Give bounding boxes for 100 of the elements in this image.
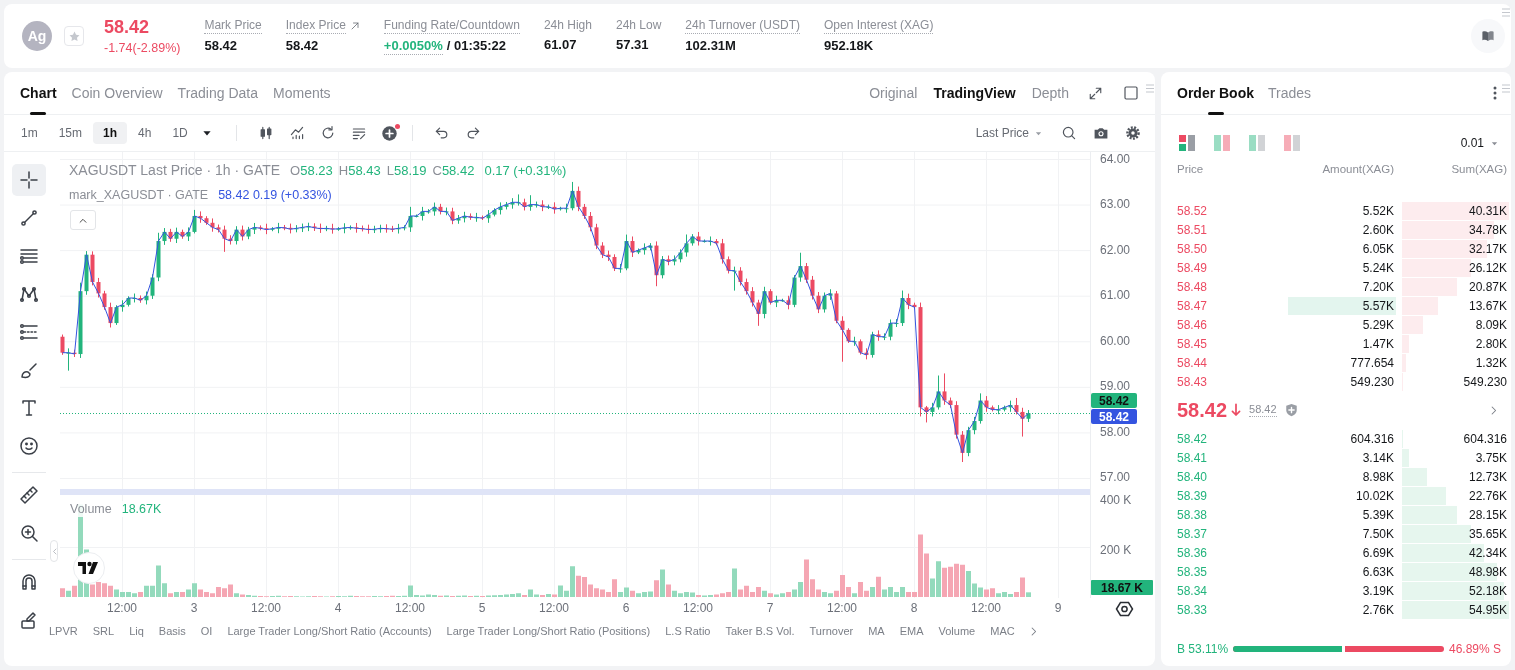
arrow-up-right-icon bbox=[349, 20, 360, 31]
scroll-right-button[interactable] bbox=[1029, 625, 1037, 637]
volume-axis-label: 200 K bbox=[1100, 543, 1132, 557]
more-button[interactable] bbox=[1493, 86, 1497, 100]
order-amount: 5.57K bbox=[1288, 296, 1396, 315]
depth-bar bbox=[1402, 505, 1457, 524]
column-header: Price bbox=[1177, 163, 1205, 175]
funding-countdown: / 01:35:22 bbox=[446, 38, 506, 54]
chevron-left-icon bbox=[51, 546, 57, 556]
order-amount: 3.14K bbox=[1361, 449, 1395, 467]
volume-label: Volume bbox=[69, 501, 113, 517]
drag-handle-icon[interactable] bbox=[1502, 8, 1510, 17]
ohlc-value: C58.42 bbox=[432, 162, 475, 180]
indicator-button[interactable]: Basis bbox=[158, 625, 186, 637]
guide-button[interactable] bbox=[1471, 19, 1505, 53]
order-amount: 777.654 bbox=[1349, 354, 1395, 372]
add-circle-icon bbox=[381, 124, 399, 142]
order-amount: 6.69K bbox=[1361, 544, 1395, 562]
order-price: 58.49 bbox=[1177, 260, 1209, 275]
undo-icon bbox=[433, 125, 450, 141]
order-price: 58.45 bbox=[1177, 336, 1209, 351]
interval-tab[interactable]: 15m bbox=[48, 122, 92, 144]
indicator-button[interactable]: Liq bbox=[129, 625, 144, 637]
book-layout-icon bbox=[1179, 135, 1195, 151]
indicator-button[interactable]: Large Trader Long/Short Ratio (Positions) bbox=[446, 625, 651, 637]
book-layout-icon bbox=[1284, 135, 1300, 151]
panel-tab[interactable]: Coin Overview bbox=[71, 72, 163, 115]
order-sum: 22.76K bbox=[1468, 488, 1508, 503]
time-axis-label: 7 bbox=[766, 601, 774, 615]
ohlc-value: O58.23 bbox=[290, 162, 333, 180]
coin-logo: Ag bbox=[22, 21, 52, 51]
order-amount: 7.50K bbox=[1361, 525, 1395, 543]
parallel-lines-icon bbox=[19, 246, 39, 266]
order-amount: 5.29K bbox=[1361, 316, 1395, 334]
order-sum: 32.17K bbox=[1468, 241, 1508, 256]
panel-tab[interactable]: Trading Data bbox=[177, 72, 258, 115]
drawing-tool-button[interactable] bbox=[12, 164, 46, 196]
stat-value: 58.42 bbox=[204, 37, 237, 54]
time-axis-label: 4 bbox=[334, 601, 342, 615]
indicator-button[interactable]: MA bbox=[868, 625, 885, 637]
interval-tab[interactable]: 1m bbox=[11, 122, 48, 144]
indicator-button[interactable]: Taker B.S Vol. bbox=[725, 625, 795, 637]
time-axis-label: 9 bbox=[1054, 601, 1062, 615]
price-axis-label: 58.00 bbox=[1100, 424, 1131, 439]
mark-price: 58.42 bbox=[1249, 403, 1277, 417]
order-amount: 549.230 bbox=[1349, 373, 1395, 391]
order-sum: 2.80K bbox=[1475, 336, 1508, 351]
chart-view-tab[interactable]: Depth bbox=[1031, 85, 1069, 101]
order-book-tab[interactable]: Order Book bbox=[1177, 71, 1254, 115]
order-book-tab[interactable]: Trades bbox=[1268, 71, 1312, 115]
indicator-button[interactable]: L.S Ratio bbox=[665, 625, 711, 637]
precision-dropdown[interactable]: 0.01 bbox=[1460, 136, 1499, 150]
interval-tab[interactable]: 1D bbox=[162, 122, 198, 144]
order-price: 58.43 bbox=[1177, 374, 1209, 389]
dotted-levels-icon bbox=[19, 322, 39, 342]
indicator-button[interactable]: Volume bbox=[938, 625, 976, 637]
drag-handle-icon[interactable] bbox=[1146, 84, 1154, 93]
mark-price-values: 58.42 0.19 (+0.33%) bbox=[218, 187, 332, 203]
mark-symbol-legend: mark_XAGUSDT · GATE bbox=[69, 187, 209, 203]
order-sum: 40.31K bbox=[1468, 203, 1508, 218]
indicator-button[interactable]: Large Trader Long/Short Ratio (Accounts) bbox=[227, 625, 432, 637]
order-sum: 42.34K bbox=[1468, 545, 1508, 560]
book-layout-button[interactable] bbox=[1179, 135, 1195, 151]
camera-icon bbox=[1093, 125, 1109, 141]
indicator-button[interactable]: EMA bbox=[899, 625, 924, 637]
order-sum: 3.75K bbox=[1475, 450, 1508, 465]
order-sum: 13.67K bbox=[1468, 298, 1508, 313]
time-axis-label: 12:00 bbox=[395, 601, 425, 615]
drag-handle-icon[interactable] bbox=[1502, 84, 1510, 93]
chevron-right-icon bbox=[1029, 625, 1037, 637]
expand-button[interactable] bbox=[1490, 404, 1497, 416]
order-amount: 10.02K bbox=[1354, 487, 1395, 505]
order-sum: 20.87K bbox=[1468, 279, 1508, 294]
interval-tab[interactable]: 4h bbox=[128, 122, 162, 144]
order-price: 58.47 bbox=[1177, 298, 1209, 313]
down-arrow-icon bbox=[1231, 403, 1242, 417]
settings-icon[interactable] bbox=[1115, 601, 1134, 617]
price-change-legend: 0.17 (+0.31%) bbox=[484, 162, 567, 180]
panel-tab[interactable]: Moments bbox=[273, 72, 331, 115]
time-axis-label: 12:00 bbox=[251, 601, 281, 615]
interval-tab[interactable]: 1h bbox=[93, 122, 128, 144]
price-source-dropdown[interactable]: Last Price bbox=[975, 126, 1043, 140]
indicator-button[interactable]: Turnover bbox=[809, 625, 854, 637]
indicator-button[interactable]: OI bbox=[200, 625, 213, 637]
chart-view-tab[interactable]: Original bbox=[869, 85, 918, 101]
panel-tab[interactable]: Chart bbox=[20, 72, 57, 115]
order-price: 58.38 bbox=[1177, 507, 1209, 522]
indicator-button[interactable]: SRL bbox=[92, 625, 115, 637]
settings-icon bbox=[1125, 125, 1141, 141]
order-price: 58.37 bbox=[1177, 526, 1209, 541]
price-axis-label: 60.00 bbox=[1100, 333, 1131, 348]
order-amount: 8.98K bbox=[1361, 468, 1395, 486]
order-price: 58.39 bbox=[1177, 488, 1209, 503]
indicator-button[interactable]: MAC bbox=[990, 625, 1015, 637]
chart-view-tab[interactable]: TradingView bbox=[933, 85, 1016, 101]
order-sum: 28.15K bbox=[1468, 507, 1508, 522]
order-price: 58.35 bbox=[1177, 564, 1209, 579]
indicator-button[interactable]: LPVR bbox=[49, 625, 78, 637]
zoom-in-icon bbox=[19, 523, 39, 543]
book-icon bbox=[1481, 29, 1495, 43]
